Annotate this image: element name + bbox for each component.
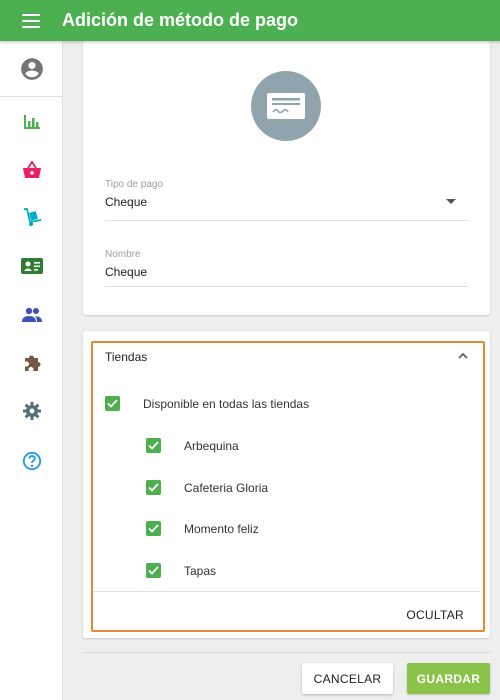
payment-type-select[interactable]: Tipo de pago Cheque	[105, 179, 468, 221]
payment-type-label: Tipo de pago	[105, 179, 164, 190]
checkbox-checked-icon[interactable]	[146, 521, 161, 536]
account-circle-icon[interactable]	[0, 49, 63, 89]
puzzle-icon[interactable]	[0, 343, 63, 383]
store-label: Tapas	[184, 563, 217, 578]
checkbox-checked-icon[interactable]	[146, 563, 161, 578]
store-checkbox-item[interactable]: Momento feliz	[146, 521, 259, 536]
payment-type-value: Cheque	[105, 195, 148, 209]
people-icon[interactable]	[0, 295, 63, 335]
hide-button[interactable]: OCULTAR	[406, 608, 464, 622]
store-label: Cafeteria Gloria	[184, 480, 269, 495]
store-checkbox-item[interactable]: Tapas	[146, 563, 216, 578]
cancel-button[interactable]: CANCELAR	[302, 663, 393, 694]
cheque-icon	[251, 71, 321, 141]
contact-card-icon[interactable]	[0, 246, 63, 286]
gear-icon[interactable]	[0, 391, 63, 431]
checkbox-checked-icon[interactable]	[146, 480, 161, 495]
stores-card: Tiendas Disponible en todas las tiendas …	[83, 331, 490, 638]
save-button[interactable]: GUARDAR	[407, 663, 490, 694]
store-checkbox-item[interactable]: Arbequina	[146, 438, 239, 453]
bar-chart-icon[interactable]	[0, 102, 63, 142]
dropdown-arrow-icon[interactable]	[446, 199, 456, 204]
help-icon[interactable]	[0, 441, 63, 481]
basket-icon[interactable]	[0, 150, 63, 190]
checkbox-checked-icon[interactable]	[146, 438, 161, 453]
payment-form-card: Tipo de pago Cheque Nombre Cheque	[83, 41, 490, 315]
sidebar	[0, 41, 63, 700]
hand-truck-icon[interactable]	[0, 197, 63, 237]
chevron-up-icon[interactable]	[458, 351, 468, 361]
name-field[interactable]: Nombre Cheque	[105, 249, 468, 287]
divider	[83, 652, 490, 653]
checkbox-checked-icon[interactable]	[105, 396, 120, 411]
menu-icon[interactable]	[22, 13, 40, 28]
app-bar: Adición de método de pago	[0, 0, 500, 41]
store-checkbox-item[interactable]: Cafeteria Gloria	[146, 480, 268, 495]
all-stores-label: Disponible en todas las tiendas	[143, 396, 310, 411]
divider	[93, 591, 480, 592]
stores-title: Tiendas	[105, 350, 148, 364]
all-stores-checkbox[interactable]: Disponible en todas las tiendas	[105, 396, 309, 411]
field-underline	[105, 220, 468, 221]
name-value[interactable]: Cheque	[105, 265, 468, 279]
sidebar-divider	[0, 96, 63, 97]
field-underline	[105, 286, 468, 287]
store-label: Momento feliz	[184, 521, 259, 536]
page-title: Adición de método de pago	[62, 10, 299, 30]
name-label: Nombre	[105, 249, 141, 260]
store-label: Arbequina	[184, 438, 239, 453]
